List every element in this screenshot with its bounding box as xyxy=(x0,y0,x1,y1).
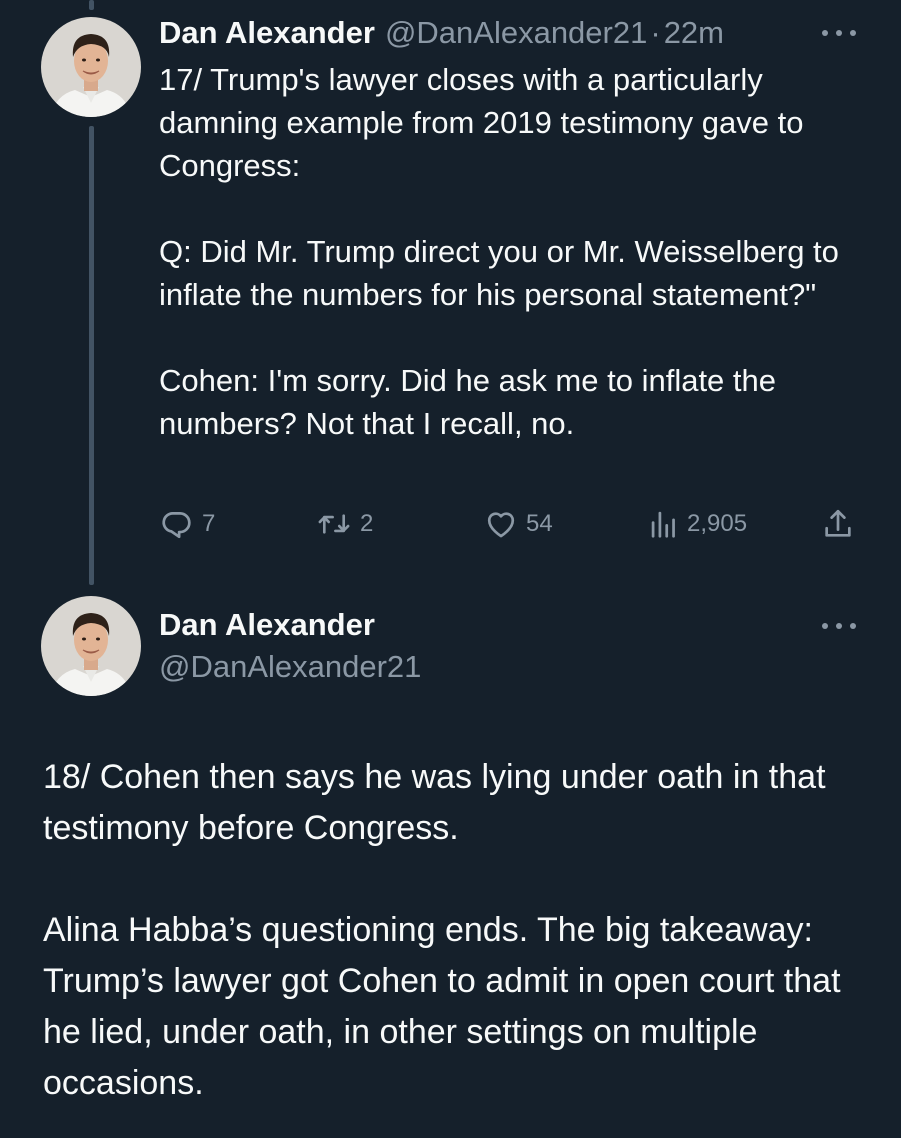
more-icon[interactable] xyxy=(822,620,856,632)
tweet-paragraph: Q: Did Mr. Trump direct you or Mr. Weiss… xyxy=(159,234,839,312)
author-handle[interactable]: @DanAlexander21 xyxy=(159,645,421,689)
tweet-paragraph: Cohen: I'm sorry. Did he ask me to infla… xyxy=(159,363,777,441)
share-button[interactable] xyxy=(821,505,855,543)
author-name[interactable]: Dan Alexander xyxy=(159,10,375,56)
like-count: 54 xyxy=(526,510,553,537)
tweet-paragraph: Alina Habba’s questioning ends. The big … xyxy=(43,911,841,1102)
thread-line xyxy=(89,126,94,585)
timestamp[interactable]: 22m xyxy=(664,10,724,56)
thread-line-top xyxy=(89,0,94,10)
analytics-icon xyxy=(649,507,679,541)
like-button[interactable]: 54 xyxy=(484,505,553,543)
retweet-button[interactable]: 2 xyxy=(316,505,373,543)
reply-count: 7 xyxy=(202,510,216,537)
tweet-text: 17/ Trump's lawyer closes with a particu… xyxy=(159,58,859,445)
tweet-text: 18/ Cohen then says he was lying under o… xyxy=(43,752,873,1109)
reply-icon xyxy=(160,507,194,541)
heart-icon xyxy=(484,507,518,541)
author-handle[interactable]: @DanAlexander21 xyxy=(385,10,647,56)
share-icon xyxy=(821,507,855,541)
retweet-count: 2 xyxy=(360,510,374,537)
avatar[interactable] xyxy=(41,596,141,696)
views-button[interactable]: 2,905 xyxy=(649,505,747,543)
author-name[interactable]: Dan Alexander xyxy=(159,603,375,647)
more-icon[interactable] xyxy=(822,27,856,39)
tweet-header: Dan Alexander @DanAlexander21 · 22m xyxy=(159,10,724,56)
reply-button[interactable]: 7 xyxy=(160,505,215,543)
separator: · xyxy=(650,15,661,50)
tweet-paragraph: 18/ Cohen then says he was lying under o… xyxy=(43,758,826,847)
views-count: 2,905 xyxy=(687,510,748,537)
retweet-icon xyxy=(316,507,352,541)
avatar[interactable] xyxy=(41,17,141,117)
tweet-paragraph: 17/ Trump's lawyer closes with a particu… xyxy=(159,62,804,183)
